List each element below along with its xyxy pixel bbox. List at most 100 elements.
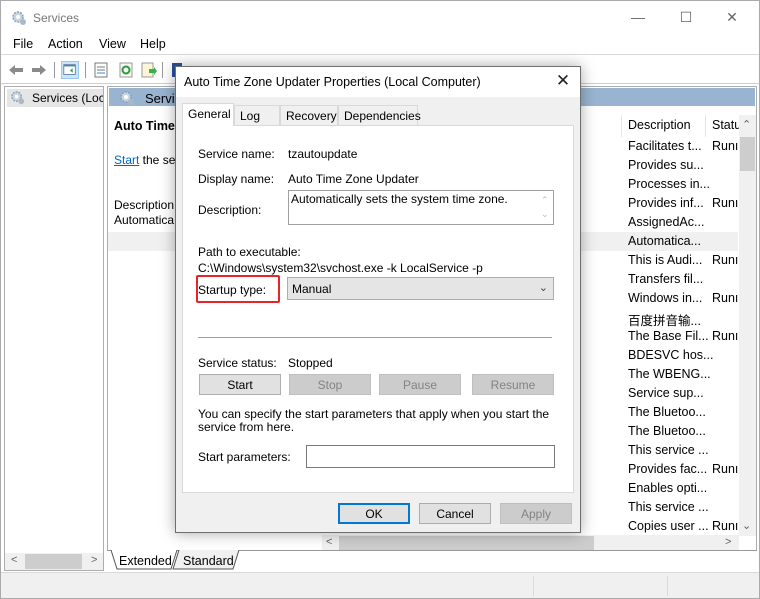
start-params-label: Start parameters: — [198, 450, 291, 464]
service-status: Runı — [712, 462, 738, 476]
show-hide-console-tree-icon[interactable] — [61, 61, 79, 79]
service-status: Runı — [712, 519, 738, 533]
apply-button[interactable]: Apply — [500, 503, 572, 524]
scrollbar-thumb[interactable] — [740, 137, 755, 171]
service-status: Runı — [712, 253, 738, 267]
console-tree: Services (Loca < > — [4, 86, 104, 571]
dialog-title-bar: Auto Time Zone Updater Properties (Local… — [176, 67, 580, 97]
status-divider — [533, 576, 534, 596]
service-description: Automatica... — [628, 234, 701, 248]
dialog-close-button[interactable]: ✕ — [550, 71, 576, 93]
forward-arrow-icon[interactable] — [30, 61, 48, 79]
menu-view[interactable]: View — [99, 37, 126, 51]
startup-type-select[interactable]: Manual ⌄ — [287, 277, 554, 300]
scroll-left-icon[interactable]: < — [11, 554, 17, 566]
service-description: Service sup... — [628, 386, 704, 400]
service-status: Runı — [712, 196, 738, 210]
service-status: Runı — [712, 329, 738, 343]
services-gear-icon — [120, 91, 134, 105]
pause-button[interactable]: Pause — [379, 374, 461, 395]
start-params-hint: You can specify the start parameters tha… — [198, 407, 550, 434]
tree-item-services-local[interactable]: Services (Loca — [7, 89, 103, 107]
scroll-up-icon[interactable]: ⌃ — [742, 118, 751, 131]
general-tab-panel: Service name: tzautoupdate Display name:… — [182, 125, 574, 493]
service-description: Windows in... — [628, 291, 703, 305]
tab-standard[interactable]: Standard — [183, 551, 234, 571]
toolbar-separator — [162, 62, 163, 78]
service-description: The WBENG... — [628, 367, 711, 381]
status-bar — [1, 572, 759, 598]
tab-log-on[interactable]: Log On — [234, 105, 280, 137]
view-tabs: Extended Standard — [107, 550, 757, 570]
description-value: Automatically sets the system time zone. — [291, 192, 508, 206]
tab-recovery[interactable]: Recovery — [280, 105, 338, 125]
maximize-button[interactable]: ☐ — [663, 1, 709, 33]
properties-icon[interactable] — [92, 61, 110, 79]
services-gear-icon — [11, 91, 25, 105]
scroll-up-icon[interactable]: ⌃ — [541, 195, 549, 206]
service-status-label: Service status: — [198, 356, 277, 370]
service-status: Runı — [712, 291, 738, 305]
startup-type-label: Startup type: — [198, 283, 267, 297]
status-divider — [667, 576, 668, 596]
startup-type-value: Manual — [292, 282, 332, 296]
cancel-button[interactable]: Cancel — [419, 503, 491, 524]
scroll-down-icon[interactable]: ⌄ — [742, 519, 751, 532]
service-description: The Base Fil... — [628, 329, 709, 343]
column-header-description[interactable]: Description — [621, 115, 705, 137]
divider — [198, 337, 552, 338]
chevron-down-icon: ⌄ — [538, 282, 548, 294]
toolbar-separator — [54, 62, 55, 78]
service-properties-dialog: Auto Time Zone Updater Properties (Local… — [175, 66, 581, 533]
menu-action[interactable]: Action — [48, 37, 83, 51]
service-description: Facilitates t... — [628, 139, 702, 153]
service-description: The Bluetoo... — [628, 405, 706, 419]
window-title: Services — [33, 11, 80, 25]
tree-horizontal-scrollbar[interactable]: < > — [5, 553, 103, 570]
service-description: Provides fac... — [628, 462, 708, 476]
scroll-right-icon[interactable]: > — [91, 554, 97, 566]
display-name-value[interactable]: Auto Time Zone Updater — [288, 172, 419, 186]
minimize-button[interactable]: — — [615, 1, 661, 33]
service-description: AssignedAc... — [628, 215, 705, 229]
service-description: This service ... — [628, 443, 709, 457]
start-button[interactable]: Start — [199, 374, 281, 395]
tab-general[interactable]: General — [182, 103, 234, 126]
menu-bar: File Action View Help — [1, 35, 759, 55]
menu-help[interactable]: Help — [140, 37, 166, 51]
service-description: This is Audi... — [628, 253, 703, 267]
ok-button[interactable]: OK — [338, 503, 410, 524]
scroll-left-icon[interactable]: < — [326, 536, 332, 548]
service-name-label: Service name: — [198, 147, 275, 161]
services-gear-icon — [12, 11, 26, 25]
scroll-down-icon[interactable]: ⌄ — [541, 209, 549, 220]
export-list-icon[interactable] — [140, 61, 158, 79]
scrollbar-thumb[interactable] — [339, 536, 594, 551]
column-header-status[interactable]: Statu — [705, 115, 739, 137]
close-button[interactable]: ✕ — [709, 1, 755, 33]
service-description: BDESVC hos... — [628, 348, 714, 362]
stop-button[interactable]: Stop — [289, 374, 371, 395]
list-vertical-scrollbar[interactable]: ⌃ ⌄ — [739, 115, 756, 536]
service-description: Provides inf... — [628, 196, 704, 210]
back-arrow-icon[interactable] — [7, 61, 25, 79]
resume-button[interactable]: Resume — [472, 374, 554, 395]
display-name-label: Display name: — [198, 172, 275, 186]
dialog-title: Auto Time Zone Updater Properties (Local… — [184, 75, 481, 89]
scrollbar-thumb[interactable] — [25, 554, 82, 569]
start-params-input[interactable] — [306, 445, 555, 468]
service-status: Runı — [712, 139, 738, 153]
menu-file[interactable]: File — [13, 37, 33, 51]
description-textbox[interactable]: Automatically sets the system time zone.… — [288, 190, 554, 225]
toolbar-separator — [85, 62, 86, 78]
service-description: Processes in... — [628, 177, 710, 191]
service-description: Copies user ... — [628, 519, 709, 533]
service-name-value[interactable]: tzautoupdate — [288, 147, 357, 161]
tab-extended[interactable]: Extended — [119, 551, 172, 571]
path-label: Path to executable: — [198, 245, 301, 259]
path-value[interactable]: C:\Windows\system32\svchost.exe -k Local… — [198, 261, 483, 275]
service-description: Enables opti... — [628, 481, 708, 495]
tab-dependencies[interactable]: Dependencies — [338, 105, 421, 125]
refresh-icon[interactable] — [117, 61, 135, 79]
scroll-right-icon[interactable]: > — [725, 536, 731, 548]
